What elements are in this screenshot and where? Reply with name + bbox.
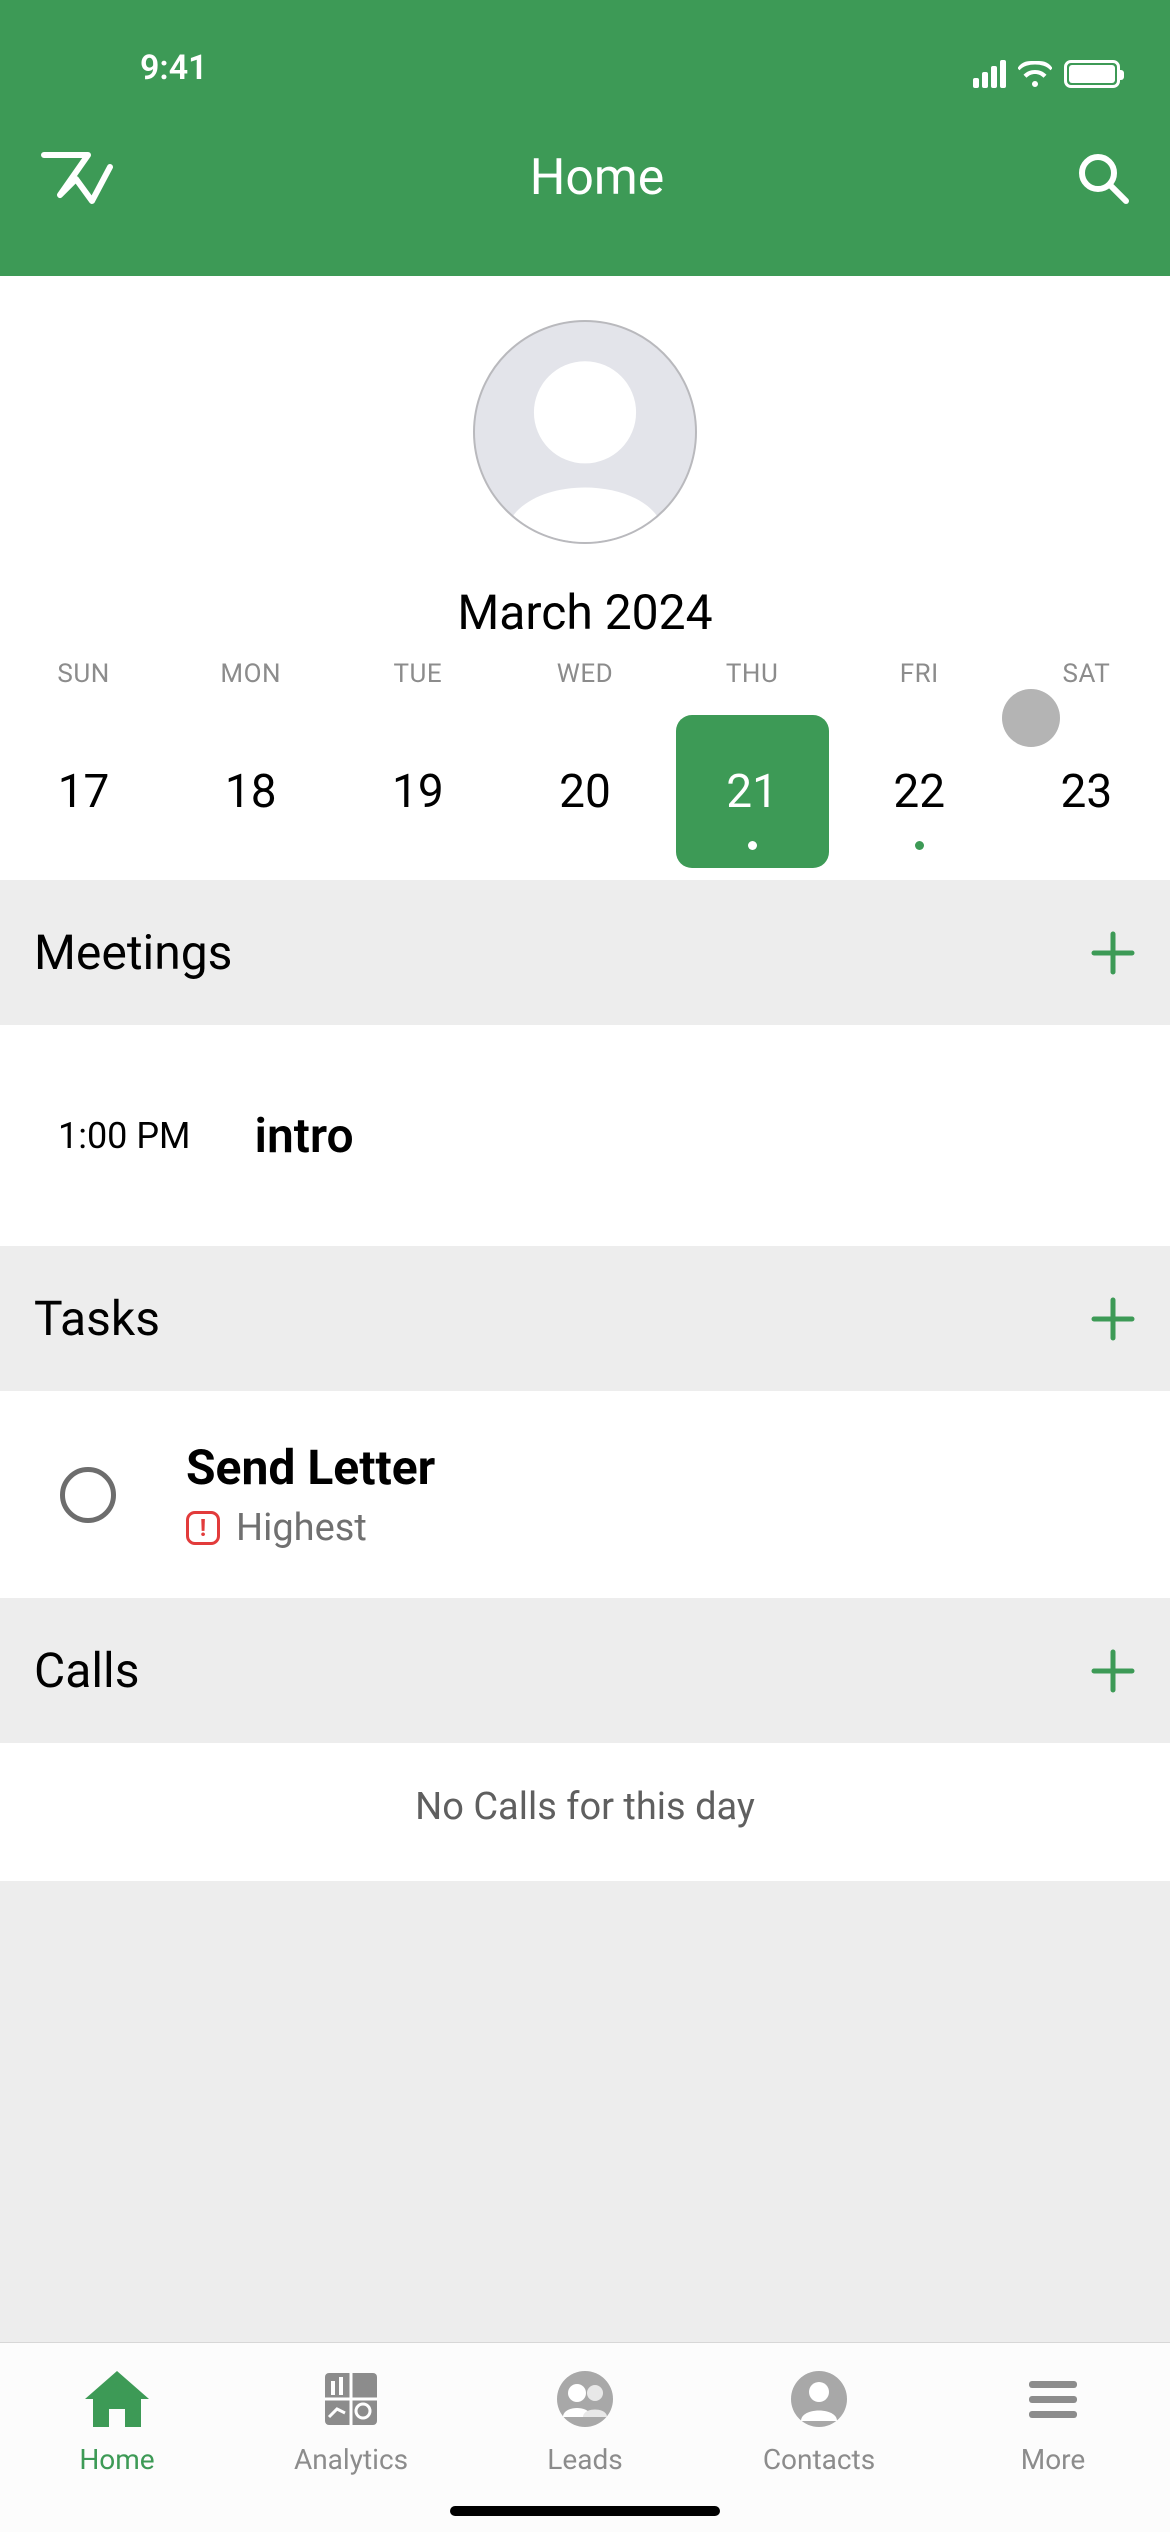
task-checkbox[interactable] <box>60 1467 116 1523</box>
meetings-header: Meetings <box>0 880 1170 1025</box>
wifi-icon <box>1018 61 1052 87</box>
day-mon[interactable]: MON 18 <box>167 659 334 868</box>
day-name: FRI <box>900 659 939 715</box>
avatar-container <box>0 276 1170 544</box>
contacts-icon <box>783 2367 855 2431</box>
tab-home[interactable]: Home <box>0 2367 234 2476</box>
more-icon <box>1017 2367 1089 2431</box>
tasks-header: Tasks <box>0 1246 1170 1391</box>
month-label: March 2024 <box>0 544 1170 659</box>
tab-more[interactable]: More <box>936 2367 1170 2476</box>
section-title: Meetings <box>34 924 232 981</box>
calls-empty-text: No Calls for this day <box>0 1743 1170 1881</box>
tab-label: Home <box>79 2443 154 2476</box>
priority-highest-icon: ! <box>186 1511 220 1545</box>
status-time: 9:41 <box>40 48 208 88</box>
day-number: 21 <box>726 765 778 819</box>
scroll-knob-icon <box>1002 689 1060 747</box>
meeting-title: intro <box>255 1107 354 1164</box>
status-indicators <box>973 60 1130 88</box>
spacer <box>0 1881 1170 2342</box>
section-title: Tasks <box>34 1290 160 1347</box>
day-name: MON <box>220 659 281 715</box>
day-number: 23 <box>1061 765 1113 819</box>
section-title: Calls <box>34 1642 139 1699</box>
avatar[interactable] <box>473 320 697 544</box>
leads-icon <box>549 2367 621 2431</box>
day-number: 19 <box>392 765 444 819</box>
tab-label: Contacts <box>763 2443 875 2476</box>
day-name: SUN <box>57 659 109 715</box>
search-icon[interactable] <box>1076 151 1130 205</box>
day-number: 18 <box>225 765 277 819</box>
day-wed[interactable]: WED 20 <box>501 659 668 868</box>
zia-icon[interactable] <box>40 149 118 207</box>
event-dot-icon <box>915 841 924 850</box>
home-indicator[interactable] <box>450 2506 720 2516</box>
day-number: 17 <box>58 765 110 819</box>
meeting-row[interactable]: 1:00 PM intro <box>0 1025 1170 1246</box>
tab-label: Analytics <box>294 2443 408 2476</box>
nav-bar: Home <box>0 100 1170 276</box>
calendar-panel: March 2024 SUN 17 MON 18 TUE 19 WED 20 T… <box>0 276 1170 880</box>
day-tue[interactable]: TUE 19 <box>334 659 501 868</box>
day-name: WED <box>557 659 613 715</box>
tab-analytics[interactable]: Analytics <box>234 2367 468 2476</box>
page-title: Home <box>530 149 665 207</box>
tab-bar: Home Analytics Leads Contacts More <box>0 2342 1170 2532</box>
day-thu[interactable]: THU 21 <box>669 659 836 868</box>
meeting-time: 1:00 PM <box>58 1115 191 1157</box>
tab-contacts[interactable]: Contacts <box>702 2367 936 2476</box>
add-task-button[interactable] <box>1090 1296 1136 1342</box>
day-sun[interactable]: SUN 17 <box>0 659 167 868</box>
day-name: SAT <box>1063 659 1111 715</box>
task-priority: ! Highest <box>186 1506 435 1550</box>
day-name: TUE <box>394 659 443 715</box>
event-dot-icon <box>748 841 757 850</box>
day-number: 22 <box>893 765 945 819</box>
day-name: THU <box>726 659 778 715</box>
day-number: 20 <box>559 765 611 819</box>
task-title: Send Letter <box>186 1439 435 1496</box>
priority-label: Highest <box>236 1506 367 1550</box>
add-meeting-button[interactable] <box>1090 930 1136 976</box>
task-row[interactable]: Send Letter ! Highest <box>0 1391 1170 1598</box>
calls-header: Calls <box>0 1598 1170 1743</box>
task-body: Send Letter ! Highest <box>186 1439 435 1550</box>
tab-label: Leads <box>547 2443 622 2476</box>
analytics-icon <box>315 2367 387 2431</box>
day-fri[interactable]: FRI 22 <box>836 659 1003 868</box>
home-icon <box>81 2367 153 2431</box>
add-call-button[interactable] <box>1090 1648 1136 1694</box>
tab-leads[interactable]: Leads <box>468 2367 702 2476</box>
week-row[interactable]: SUN 17 MON 18 TUE 19 WED 20 THU 21 FRI 2… <box>0 659 1170 880</box>
cellular-signal-icon <box>973 60 1006 88</box>
battery-icon <box>1064 60 1120 88</box>
tab-label: More <box>1021 2443 1086 2476</box>
status-bar: 9:41 <box>0 0 1170 100</box>
